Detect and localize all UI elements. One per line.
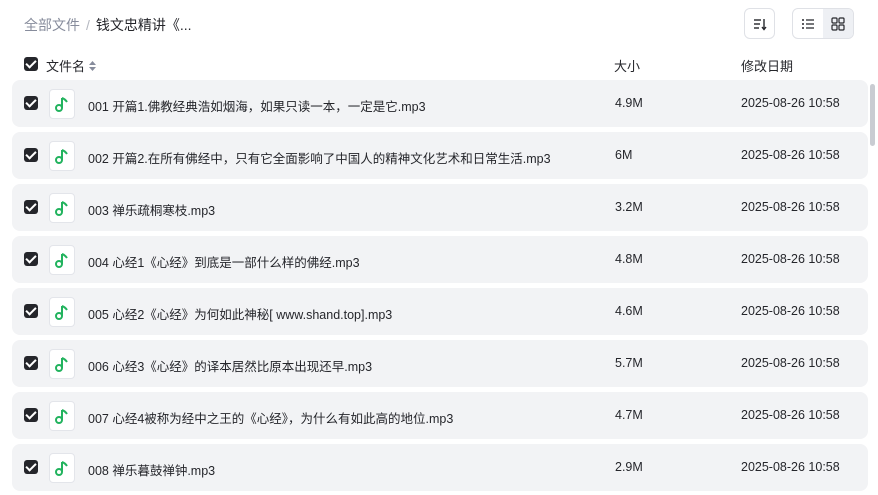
row-checkbox[interactable]: [24, 200, 38, 214]
breadcrumb-separator: /: [86, 17, 90, 33]
top-bar: 全部文件 / 钱文忠精讲《...: [0, 0, 878, 48]
file-size: 3.2M: [615, 200, 643, 214]
file-size: 4.9M: [615, 96, 643, 110]
file-name[interactable]: 001 开篇1.佛教经典浩如烟海，如果只读一本，一定是它.mp3: [88, 96, 426, 115]
row-checkbox[interactable]: [24, 252, 38, 266]
file-date: 2025-08-26 10:58: [741, 148, 840, 162]
file-date: 2025-08-26 10:58: [741, 304, 840, 318]
audio-file-icon: [49, 193, 75, 223]
file-row[interactable]: 008 禅乐暮鼓禅钟.mp3 2.9M 2025-08-26 10:58: [12, 444, 868, 491]
file-name[interactable]: 002 开篇2.在所有佛经中，只有它全面影响了中国人的精神文化艺术和日常生活.m…: [88, 148, 551, 167]
column-header-size[interactable]: 大小: [614, 56, 640, 75]
file-date: 2025-08-26 10:58: [741, 200, 840, 214]
file-date: 2025-08-26 10:58: [741, 460, 840, 474]
audio-file-icon: [49, 401, 75, 431]
select-all-checkbox[interactable]: [24, 57, 38, 71]
file-name[interactable]: 004 心经1《心经》到底是一部什么样的佛经.mp3: [88, 252, 360, 271]
file-name[interactable]: 006 心经3《心经》的译本居然比原本出现还早.mp3: [88, 356, 372, 375]
column-header-name-label: 文件名: [46, 59, 86, 74]
breadcrumb: 全部文件 / 钱文忠精讲《...: [24, 15, 192, 35]
file-name[interactable]: 003 禅乐疏桐寒枝.mp3: [88, 200, 215, 219]
row-checkbox[interactable]: [24, 356, 38, 370]
audio-file-icon: [49, 89, 75, 119]
audio-file-icon: [49, 453, 75, 483]
file-row[interactable]: 007 心经4被称为经中之王的《心经》，为什么有如此高的地位.mp3 4.7M 20…: [12, 392, 868, 439]
file-date: 2025-08-26 10:58: [741, 96, 840, 110]
table-header: 文件名 大小 修改日期: [12, 50, 868, 78]
file-row[interactable]: 004 心经1《心经》到底是一部什么样的佛经.mp3 4.8M 2025-08-26…: [12, 236, 868, 283]
sort-caret-icon: [89, 60, 97, 71]
file-size: 4.8M: [615, 252, 643, 266]
file-name[interactable]: 005 心经2《心经》为何如此神秘[ www.shand.top].mp3: [88, 304, 392, 323]
file-name[interactable]: 008 禅乐暮鼓禅钟.mp3: [88, 460, 215, 479]
file-row[interactable]: 002 开篇2.在所有佛经中，只有它全面影响了中国人的精神文化艺术和日常生活.m…: [12, 132, 868, 179]
view-toggle: [792, 8, 854, 39]
file-row[interactable]: 005 心经2《心经》为何如此神秘[ www.shand.top].mp3 4.6…: [12, 288, 868, 335]
file-size: 4.7M: [615, 408, 643, 422]
list-view-button[interactable]: [793, 9, 823, 38]
scrollbar[interactable]: [870, 84, 875, 146]
column-header-name[interactable]: 文件名: [46, 56, 97, 75]
audio-file-icon: [49, 349, 75, 379]
list-view-icon: [802, 18, 814, 29]
file-name[interactable]: 007 心经4被称为经中之王的《心经》，为什么有如此高的地位.mp3: [88, 408, 453, 427]
breadcrumb-root-link[interactable]: 全部文件: [24, 15, 80, 35]
file-size: 2.9M: [615, 460, 643, 474]
file-row[interactable]: 003 禅乐疏桐寒枝.mp3 3.2M 2025-08-26 10:58: [12, 184, 868, 231]
audio-file-icon: [49, 141, 75, 171]
file-row[interactable]: 006 心经3《心经》的译本居然比原本出现还早.mp3 5.7M 2025-08-2…: [12, 340, 868, 387]
audio-file-icon: [49, 245, 75, 275]
breadcrumb-current-folder: 钱文忠精讲《...: [95, 17, 192, 33]
file-date: 2025-08-26 10:58: [741, 252, 840, 266]
file-size: 6M: [615, 148, 633, 162]
row-checkbox[interactable]: [24, 460, 38, 474]
file-row[interactable]: 001 开篇1.佛教经典浩如烟海，如果只读一本，一定是它.mp3 4.9M 2025…: [12, 80, 868, 127]
column-header-date[interactable]: 修改日期: [741, 56, 793, 75]
grid-view-button[interactable]: [823, 9, 853, 38]
file-date: 2025-08-26 10:58: [741, 356, 840, 370]
audio-file-icon: [49, 297, 75, 327]
grid-view-icon: [831, 16, 845, 31]
row-checkbox[interactable]: [24, 304, 38, 318]
row-checkbox[interactable]: [24, 96, 38, 110]
file-date: 2025-08-26 10:58: [741, 408, 840, 422]
file-size: 4.6M: [615, 304, 643, 318]
sort-button[interactable]: [744, 8, 775, 39]
row-checkbox[interactable]: [24, 148, 38, 162]
sort-icon: [753, 18, 767, 31]
row-checkbox[interactable]: [24, 408, 38, 422]
file-size: 5.7M: [615, 356, 643, 370]
